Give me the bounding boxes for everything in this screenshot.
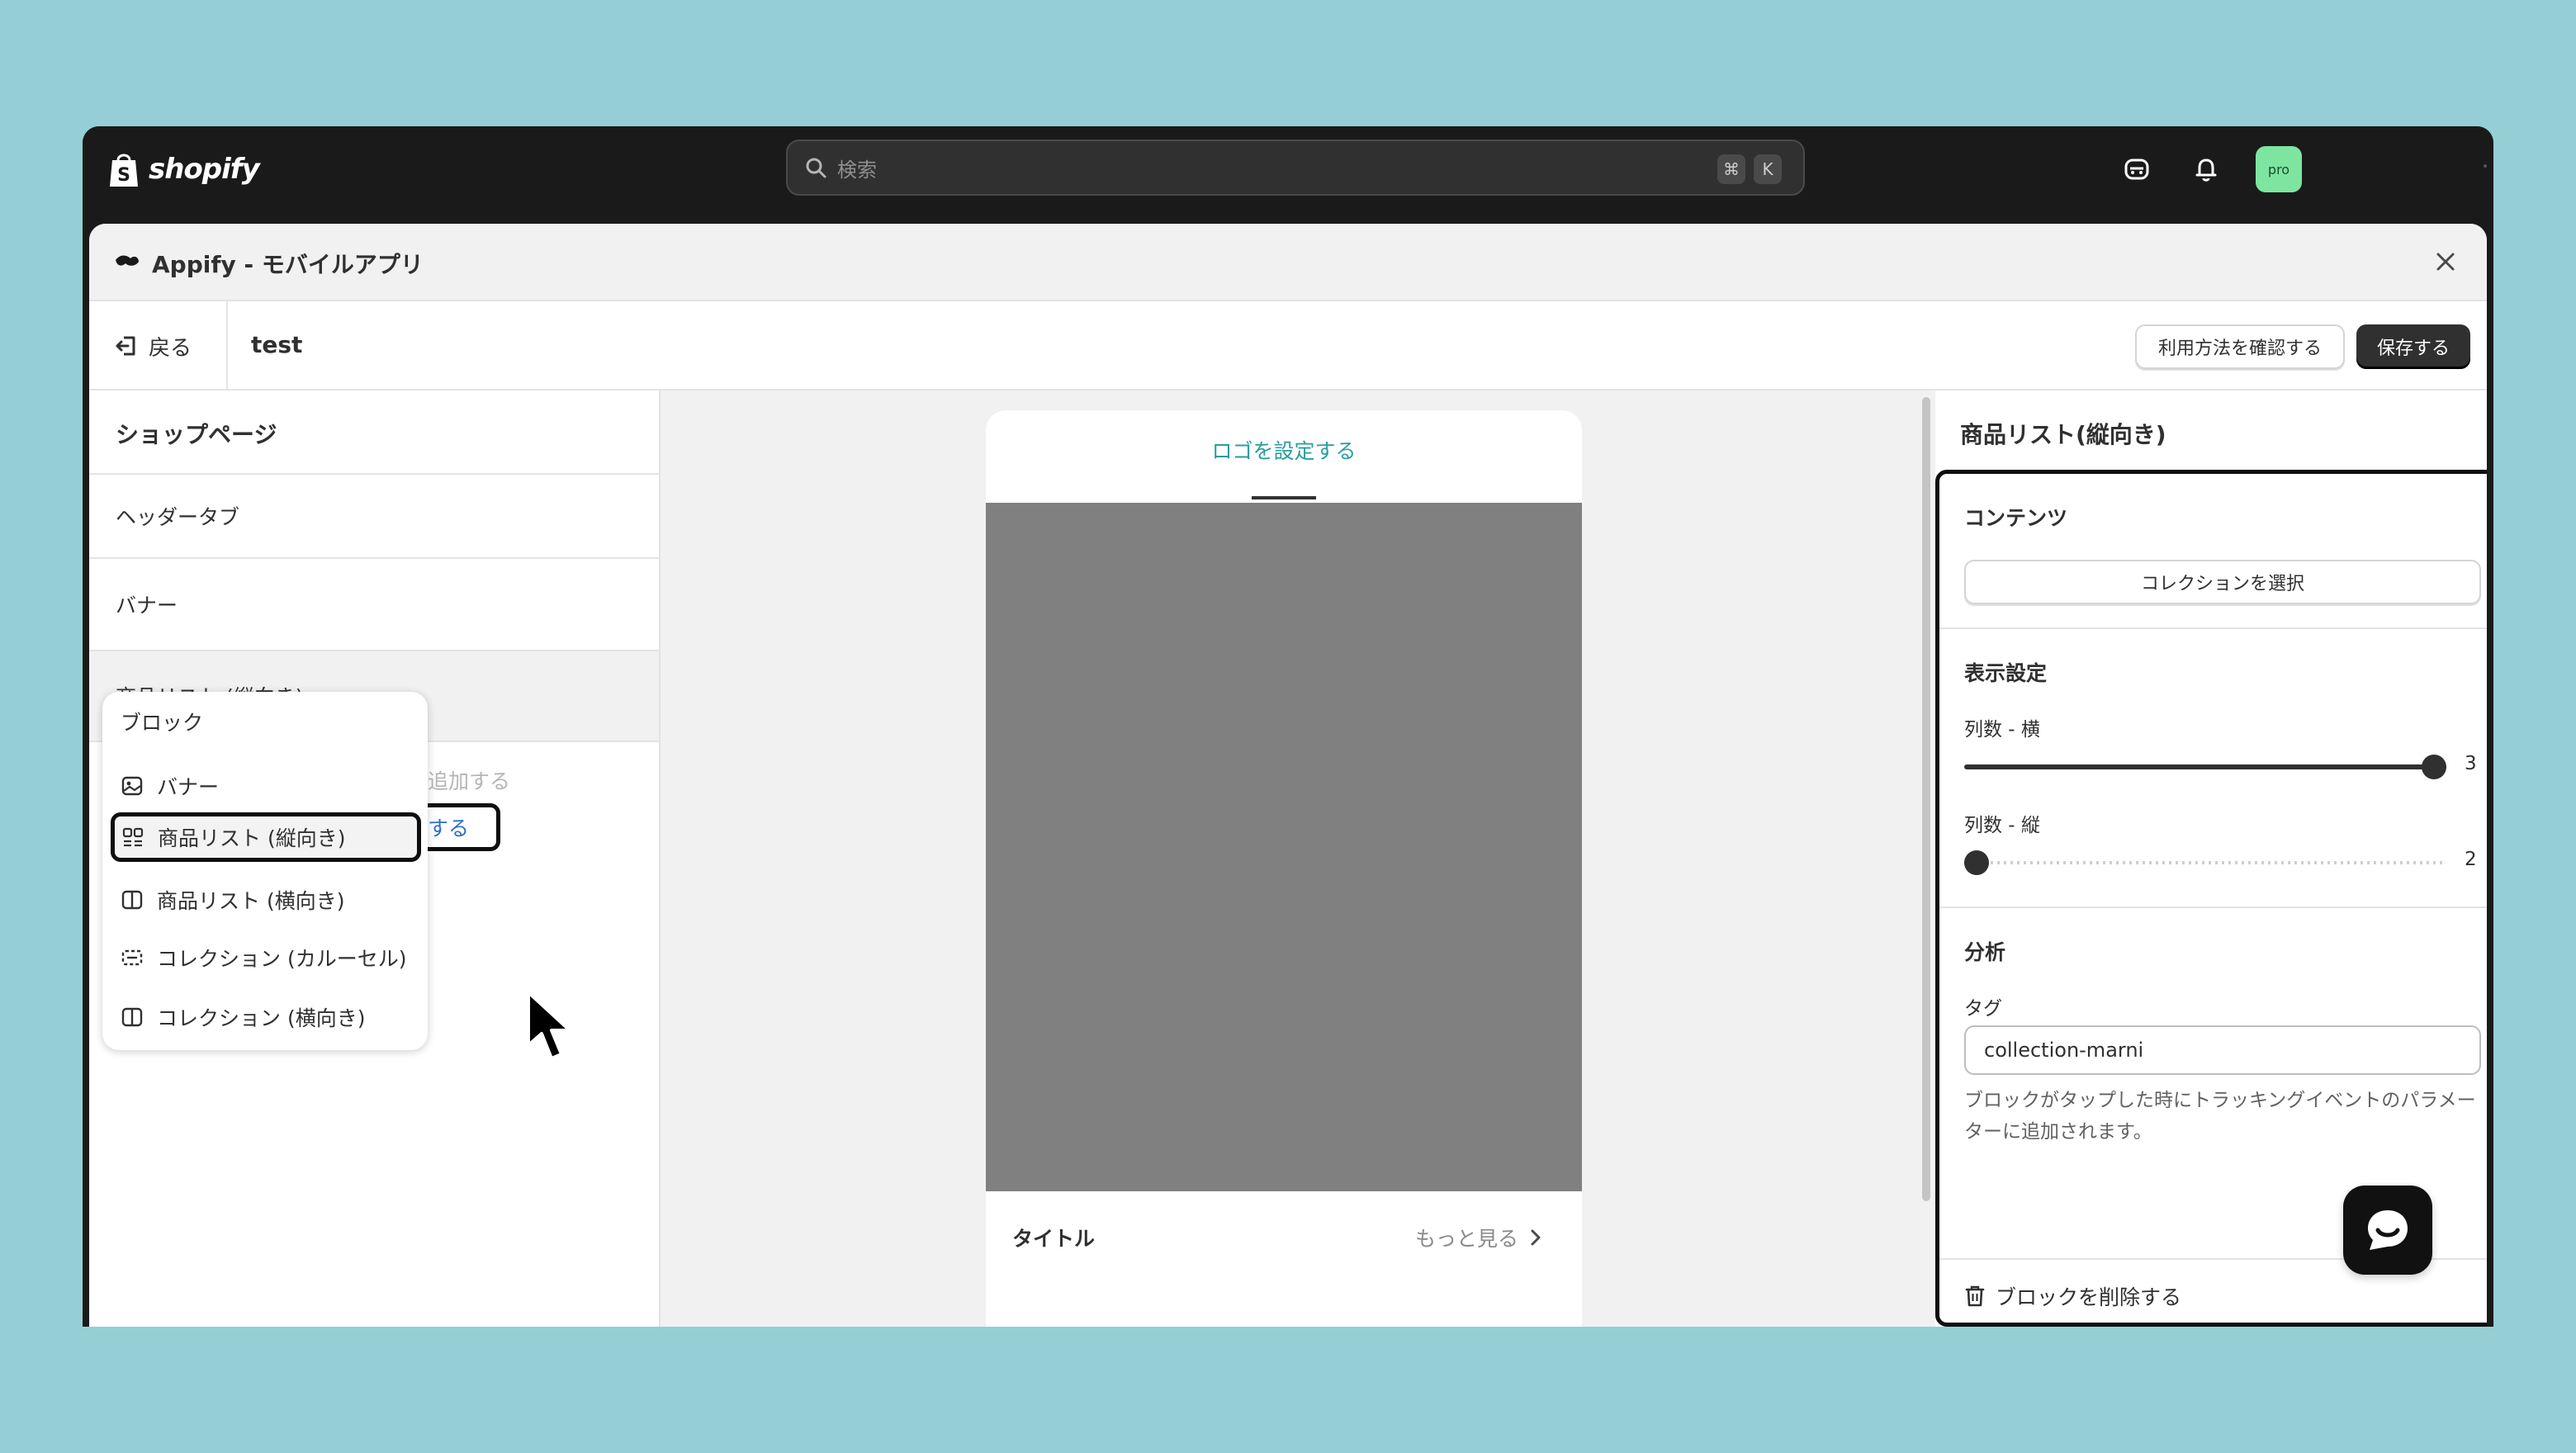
dropdown-item-collection-horizontal[interactable]: コレクション (横向き): [121, 992, 365, 1042]
dropdown-item-label: 商品リスト (縦向き): [158, 826, 346, 850]
delete-block-label: ブロックを削除する: [1996, 1285, 2182, 1309]
user-avatar[interactable]: pro: [2256, 146, 2302, 192]
scrollbar-thumb[interactable]: [1922, 397, 1930, 1201]
notifications-button[interactable]: [2188, 151, 2224, 187]
columns-icon: [121, 1007, 143, 1027]
store-assistant-button[interactable]: [2119, 151, 2155, 187]
back-button[interactable]: 戻る: [114, 323, 192, 369]
set-logo-link[interactable]: ロゴを設定する: [1211, 435, 1356, 465]
carousel-icon: [121, 949, 143, 966]
window-edge-dot: [2484, 164, 2487, 168]
tag-help-text: ブロックがタップした時にトラッキングイベントのパラメーターに追加されます。: [1964, 1090, 2476, 1143]
settings-title: 商品リスト(縦向き): [1960, 421, 2166, 448]
dropdown-item-collection-carousel[interactable]: コレクション (カルーセル): [121, 933, 406, 982]
see-more-link[interactable]: もっと見る: [1415, 1223, 1543, 1252]
assistant-icon: [2124, 159, 2149, 180]
dropdown-item-label: バナー: [157, 775, 220, 799]
sidebar-item-banner[interactable]: バナー: [89, 557, 659, 650]
preview-scrollbar[interactable]: [1917, 390, 1935, 1327]
appify-logo-icon: [116, 255, 139, 266]
save-button[interactable]: 保存する: [2356, 324, 2470, 369]
chat-widget-button[interactable]: [2343, 1186, 2432, 1275]
shopify-logo[interactable]: S shopify: [107, 144, 260, 194]
tag-label: タグ: [1964, 998, 2002, 1020]
slider-track: [1964, 764, 2446, 769]
columns-icon: [121, 890, 143, 910]
brand-name: shopify: [149, 153, 260, 186]
cols-horizontal-slider[interactable]: [1964, 753, 2446, 779]
mouse-pointer-icon: [527, 991, 571, 1060]
dropdown-title: ブロック: [121, 711, 204, 735]
app-title: Appify - モバイルアプリ: [152, 251, 424, 278]
product-list-title: タイトル: [1012, 1227, 1096, 1251]
see-more-label: もっと見る: [1415, 1227, 1519, 1251]
cols-horizontal-value: 3: [2465, 753, 2477, 774]
app-panel: Appify - モバイルアプリ 戻る test 利用方法を確認する 保存する …: [89, 224, 2487, 1327]
chevron-right-icon: [1531, 1229, 1541, 1246]
dropdown-item-label: コレクション (カルーセル): [157, 947, 407, 971]
dropdown-item-label: コレクション (横向き): [157, 1006, 366, 1030]
banner-image-placeholder[interactable]: [986, 503, 1582, 1191]
sidebar-title: ショップページ: [116, 421, 277, 448]
phone-preview: ロゴを設定する タイトル もっと見る: [986, 410, 1582, 1327]
dropdown-item-label: 商品リスト (横向き): [157, 889, 345, 913]
bell-icon: [2195, 159, 2217, 182]
shopify-bag-icon: S: [110, 154, 138, 187]
search-bar[interactable]: 検索 ⌘ K: [786, 140, 1805, 196]
cols-horizontal-label: 列数 - 横: [1964, 719, 2040, 741]
svg-text:S: S: [117, 165, 130, 186]
dropdown-item-banner[interactable]: バナー: [121, 761, 219, 811]
help-button[interactable]: 利用方法を確認する: [2135, 324, 2345, 369]
close-button[interactable]: [2429, 245, 2462, 278]
shortcut-k-key: K: [1754, 154, 1782, 184]
tag-input[interactable]: collection-marni: [1964, 1025, 2481, 1075]
dropdown-item-product-list-horizontal[interactable]: 商品リスト (横向き): [121, 875, 344, 925]
dropdown-item-product-list-vertical[interactable]: 商品リスト (縦向き): [111, 812, 421, 862]
toolbar-divider: [226, 301, 228, 390]
delete-block-button[interactable]: ブロックを削除する: [1964, 1281, 2181, 1311]
top-bar: S shopify 検索 ⌘ K pro: [83, 126, 2493, 212]
exit-icon: [116, 336, 135, 356]
page-name: test: [251, 331, 303, 358]
banner-icon: [121, 776, 143, 796]
slider-thumb[interactable]: [2422, 755, 2446, 779]
app-header: Appify - モバイルアプリ: [89, 224, 2487, 301]
slider-thumb[interactable]: [1964, 850, 1989, 875]
sidebar-item-header-tab[interactable]: ヘッダータブ: [89, 473, 659, 557]
admin-window: S shopify 検索 ⌘ K pro Appify - モバイルアプリ 戻る…: [83, 126, 2493, 1327]
grid-icon: [122, 827, 144, 847]
editor-toolbar: 戻る test 利用方法を確認する 保存する: [89, 301, 2487, 390]
trash-icon: [1965, 1285, 1985, 1307]
analytics-section-title: 分析: [1964, 940, 2006, 964]
section-divider: [1939, 906, 2487, 908]
search-icon: [806, 158, 826, 178]
cols-vertical-slider[interactable]: [1964, 849, 2446, 875]
cols-vertical-label: 列数 - 縦: [1964, 815, 2040, 836]
block-dropdown-menu: ブロック バナー 商品リスト (縦向き) 商品リスト (横向き) コレクション …: [102, 692, 428, 1050]
section-divider: [1939, 627, 2487, 629]
display-section-title: 表示設定: [1964, 661, 2048, 685]
back-label: 戻る: [149, 335, 192, 361]
tab-indicator: [1252, 496, 1316, 499]
close-icon: [2436, 253, 2455, 271]
select-collection-button[interactable]: コレクションを選択: [1964, 560, 2481, 604]
phone-header: ロゴを設定する: [986, 410, 1582, 503]
cols-vertical-value: 2: [2465, 849, 2477, 870]
content-section-title: コンテンツ: [1964, 506, 2068, 530]
search-placeholder: 検索: [837, 158, 877, 182]
slider-track: [1964, 861, 2446, 864]
chat-icon: [2368, 1210, 2408, 1250]
shortcut-cmd-key: ⌘: [1717, 154, 1745, 184]
